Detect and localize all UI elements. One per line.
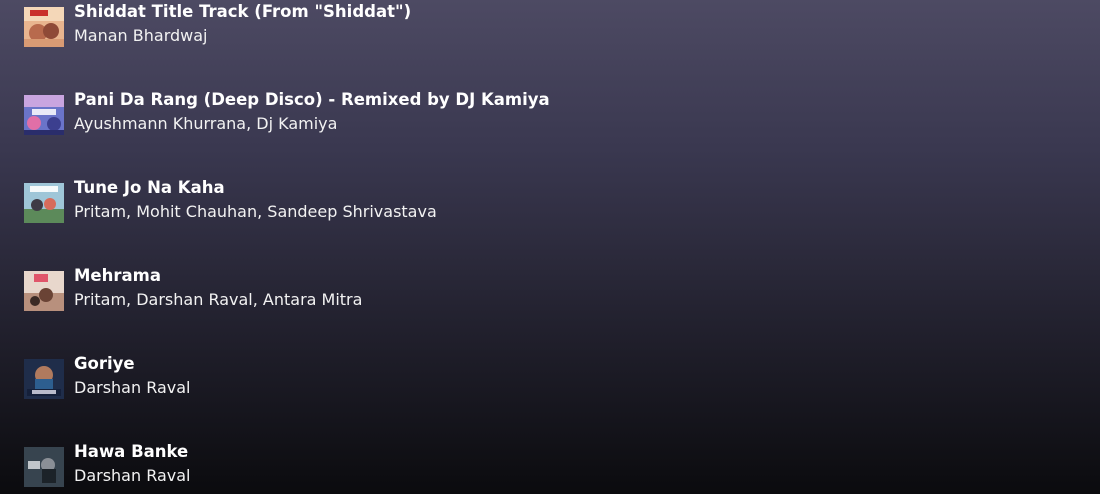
track-title[interactable]: Mehrama <box>74 264 362 288</box>
track-title[interactable]: Hawa Banke <box>74 440 191 464</box>
track-artist[interactable]: Ayushmann Khurrana, Dj Kamiya <box>74 112 550 136</box>
track-artist[interactable]: Pritam, Darshan Raval, Antara Mitra <box>74 288 362 312</box>
track-list: Shiddat Title Track (From "Shiddat") Man… <box>24 0 1084 494</box>
track-row[interactable]: Goriye Darshan Raval <box>24 352 1024 402</box>
track-title[interactable]: Tune Jo Na Kaha <box>74 176 437 200</box>
track-row[interactable]: Pani Da Rang (Deep Disco) - Remixed by D… <box>24 88 1024 138</box>
track-artist[interactable]: Manan Bhardwaj <box>74 24 411 48</box>
track-artist[interactable]: Pritam, Mohit Chauhan, Sandeep Shrivasta… <box>74 200 437 224</box>
track-title[interactable]: Shiddat Title Track (From "Shiddat") <box>74 0 411 24</box>
album-cover-hawa-banke-icon[interactable] <box>24 447 64 487</box>
track-row[interactable]: Tune Jo Na Kaha Pritam, Mohit Chauhan, S… <box>24 176 1024 226</box>
track-title[interactable]: Goriye <box>74 352 191 376</box>
album-cover-shiddat-icon[interactable] <box>24 7 64 47</box>
album-cover-love-aaj-kal-icon[interactable] <box>24 271 64 311</box>
track-title[interactable]: Pani Da Rang (Deep Disco) - Remixed by D… <box>74 88 550 112</box>
track-artist[interactable]: Darshan Raval <box>74 464 191 488</box>
track-row[interactable]: Hawa Banke Darshan Raval <box>24 440 1024 490</box>
track-row[interactable]: Shiddat Title Track (From "Shiddat") Man… <box>24 0 1024 50</box>
album-cover-pani-da-rang-icon[interactable] <box>24 95 64 135</box>
album-cover-new-york-icon[interactable] <box>24 183 64 223</box>
album-cover-goriye-icon[interactable] <box>24 359 64 399</box>
track-artist[interactable]: Darshan Raval <box>74 376 191 400</box>
track-row[interactable]: Mehrama Pritam, Darshan Raval, Antara Mi… <box>24 264 1024 314</box>
